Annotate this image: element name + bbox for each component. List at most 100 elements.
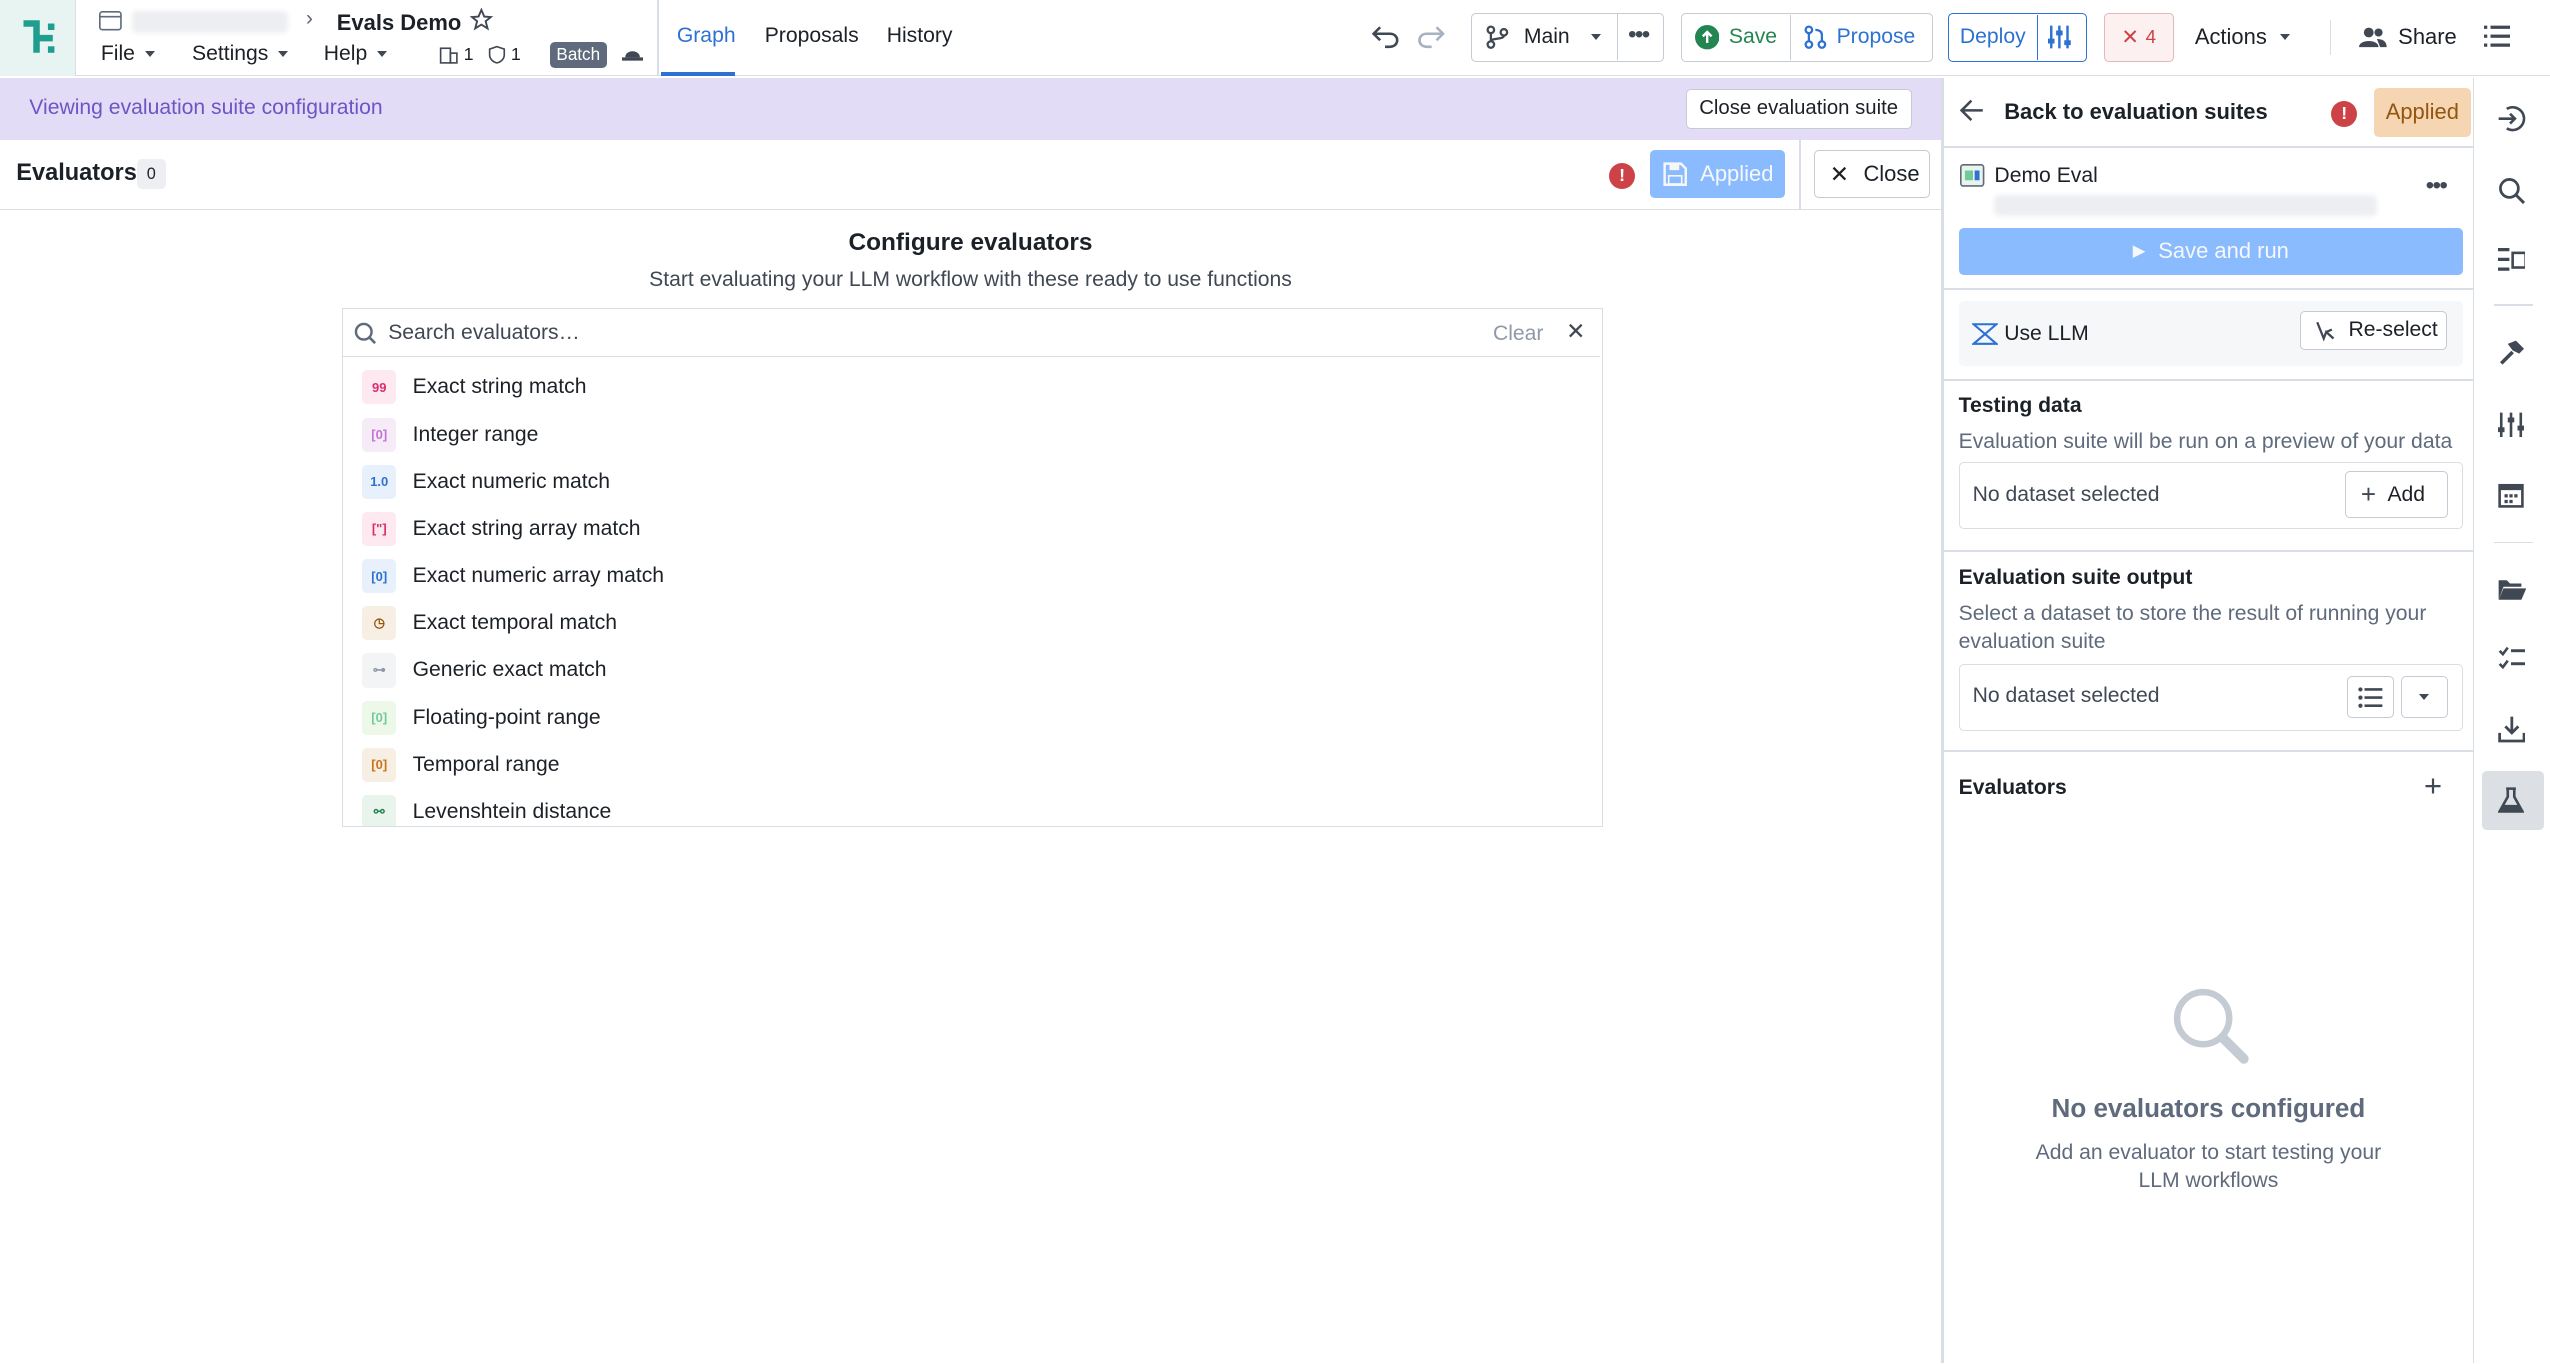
close-search-icon[interactable]: ✕: [1566, 318, 1585, 345]
x-icon: ✕: [1829, 160, 1849, 187]
divider: [2329, 19, 2332, 56]
caret-down-icon: [144, 51, 155, 57]
breadcrumb-path-redacted[interactable]: [131, 11, 288, 33]
tab-history[interactable]: History: [887, 24, 953, 48]
floppy-disk-icon: [1663, 162, 1687, 186]
llm-function-icon: [1971, 322, 1998, 345]
deploy-group: Deploy: [1947, 13, 2088, 62]
close-evaluation-suite-button[interactable]: Close evaluation suite: [1685, 89, 1912, 129]
hat-icon[interactable]: [621, 46, 643, 64]
evaluator-picker: Clear ✕ 99 Exact string match [0] Integer r…: [341, 307, 1603, 827]
back-to-suites-link[interactable]: Back to evaluation suites: [2004, 99, 2268, 125]
layout-icon[interactable]: [2495, 244, 2528, 277]
caret-down-icon: [1590, 34, 1601, 40]
output-desc: Select a dataset to store the result of …: [1958, 602, 2427, 654]
string-array-icon: ["]: [362, 511, 397, 547]
divider: [1944, 379, 2473, 381]
star-icon[interactable]: [470, 8, 493, 31]
caret-down-icon: [377, 51, 387, 57]
add-dataset-button[interactable]: + Add: [2345, 471, 2448, 519]
error-count-button[interactable]: ✕ 4: [2103, 13, 2174, 62]
evaluator-list-item[interactable]: [0] Floating-point range: [343, 694, 1601, 741]
testing-dataset-empty: No dataset selected: [1972, 482, 2160, 506]
numeric-array-icon: [0]: [362, 559, 397, 594]
tab-proposals[interactable]: Proposals: [765, 24, 859, 48]
upload-circle-icon: [1694, 25, 1720, 50]
menu-settings[interactable]: Settings: [192, 42, 289, 66]
batch-badge: Batch: [549, 42, 607, 69]
divider: [1944, 146, 2473, 149]
redo-icon[interactable]: [1417, 24, 1445, 49]
actions-menu[interactable]: Actions: [2195, 24, 2290, 50]
search-evaluators-input[interactable]: [388, 316, 1365, 350]
list-menu-icon[interactable]: [2484, 24, 2511, 48]
evaluator-list-item[interactable]: ⚯ Levenshtein distance: [343, 788, 1601, 826]
hammer-icon[interactable]: [2495, 337, 2528, 370]
evaluator-label: Exact string array match: [412, 516, 641, 540]
evaluator-list-item[interactable]: 99 Exact string match: [343, 364, 1601, 411]
back-arrow-icon[interactable]: [1960, 99, 1984, 122]
checklist-icon[interactable]: [2495, 643, 2528, 676]
evaluator-label: Exact string match: [412, 375, 587, 399]
tab-graph[interactable]: Graph: [677, 24, 736, 48]
reselect-button[interactable]: Re-select: [2300, 310, 2447, 350]
share-button[interactable]: Share: [2359, 24, 2457, 50]
propose-button[interactable]: Propose: [1791, 15, 1928, 61]
deploy-settings-button[interactable]: [2038, 24, 2080, 50]
evaluator-label: Exact temporal match: [412, 611, 618, 635]
undo-icon[interactable]: [1371, 24, 1400, 49]
shield-icon: [488, 45, 506, 64]
close-button[interactable]: ✕ Close: [1814, 149, 1930, 199]
add-evaluator-icon[interactable]: +: [2424, 768, 2442, 804]
sliders-icon: [2047, 26, 2071, 49]
search-bar: Clear ✕: [342, 309, 1601, 358]
evaluator-list-item[interactable]: ⊶ Generic exact match: [343, 647, 1601, 694]
save-button[interactable]: Save: [1682, 14, 1792, 61]
evaluator-list-item[interactable]: [0] Integer range: [343, 411, 1601, 458]
sliders-icon[interactable]: [2495, 408, 2528, 441]
evaluator-list-item[interactable]: [0] Temporal range: [343, 741, 1601, 788]
menu-file[interactable]: File: [101, 42, 155, 66]
more-icon[interactable]: •••: [1628, 21, 1650, 49]
clear-search-button[interactable]: Clear: [1493, 322, 1544, 346]
calendar-icon[interactable]: [2495, 478, 2528, 511]
dataset-dropdown-button[interactable]: [2400, 676, 2448, 719]
testing-data-desc: Evaluation suite will be run on a previe…: [1958, 429, 2453, 453]
applied-button: Applied: [1649, 149, 1785, 199]
panel-evaluators-title: Evaluators: [1958, 776, 2067, 800]
evaluator-list-item[interactable]: [0] Exact numeric array match: [343, 553, 1601, 600]
evaluator-list-item[interactable]: ["] Exact string array match: [343, 505, 1601, 552]
evaluator-list-item[interactable]: 1.0 Exact numeric match: [343, 458, 1601, 505]
git-branch-icon: [1486, 25, 1509, 50]
float-range-icon: [0]: [362, 700, 397, 735]
divider: [1944, 549, 2473, 552]
building-icon: [440, 47, 458, 64]
divider: [2493, 541, 2533, 544]
dataset-list-button[interactable]: [2346, 676, 2395, 719]
folder-open-icon[interactable]: [2495, 573, 2528, 606]
sign-in-icon[interactable]: [2495, 102, 2528, 135]
function-label: Use LLM: [2004, 322, 2089, 346]
menu-help[interactable]: Help: [324, 42, 387, 66]
branch-name: Main: [1523, 25, 1570, 49]
breadcrumb-chevron-icon: ›: [305, 6, 313, 30]
evaluator-list-item[interactable]: ◷ Exact temporal match: [343, 600, 1601, 647]
stat-shield[interactable]: 1: [488, 44, 521, 65]
download-icon[interactable]: [2495, 713, 2528, 746]
output-title: Evaluation suite output: [1958, 566, 2193, 590]
temporal-range-icon: [0]: [362, 747, 397, 782]
people-icon: [2359, 27, 2387, 48]
evaluators-title: Evaluators: [16, 159, 137, 186]
search-icon[interactable]: [2495, 174, 2528, 207]
empty-state-title: No evaluators configured: [2051, 1093, 2366, 1124]
app-logo[interactable]: [0, 0, 77, 77]
stat-buildings[interactable]: 1: [439, 44, 474, 65]
flask-icon[interactable]: [2495, 784, 2528, 817]
applied-status-badge: Applied: [2373, 87, 2472, 137]
caret-down-icon: [2419, 694, 2430, 700]
save-propose-group: Save Propose: [1680, 13, 1933, 62]
branch-selector[interactable]: Main •••: [1470, 13, 1665, 62]
suite-more-icon[interactable]: •••: [2426, 172, 2448, 200]
folder-icon: [99, 11, 122, 31]
deploy-button[interactable]: Deploy: [1949, 14, 2039, 61]
